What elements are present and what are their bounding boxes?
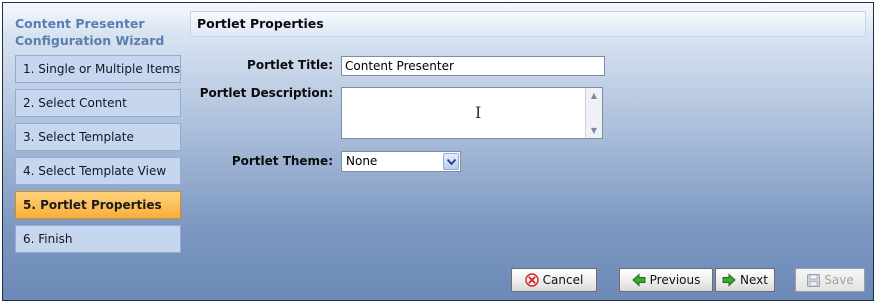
- description-scrollbar[interactable]: ▲ ▼: [585, 88, 602, 138]
- next-button[interactable]: Next: [715, 268, 775, 292]
- wizard-title-line2: Configuration Wizard: [15, 33, 165, 48]
- cancel-x-icon: [524, 273, 539, 287]
- portlet-title-label: Portlet Title:: [247, 58, 333, 72]
- wizard-title-line1: Content Presenter: [15, 16, 145, 31]
- step-finish[interactable]: 6. Finish: [15, 225, 181, 253]
- save-button-label: Save: [824, 273, 854, 287]
- portlet-description-label: Portlet Description:: [199, 86, 333, 100]
- wizard-title: Content Presenter Configuration Wizard: [15, 15, 185, 49]
- save-button[interactable]: Save: [795, 268, 865, 292]
- portlet-description-textarea[interactable]: I ▲ ▼: [341, 87, 603, 139]
- floppy-disk-icon: [806, 273, 820, 287]
- step-select-template-view[interactable]: 4. Select Template View: [15, 157, 181, 185]
- chevron-down-icon[interactable]: [443, 153, 459, 170]
- green-arrow-left-icon: [631, 273, 646, 287]
- cancel-button[interactable]: Cancel: [511, 268, 597, 292]
- portlet-theme-label: Portlet Theme:: [231, 154, 333, 168]
- text-cursor-icon: I: [475, 103, 482, 122]
- scroll-down-icon[interactable]: ▼: [586, 123, 602, 138]
- section-header: Portlet Properties: [190, 11, 866, 37]
- step-single-or-multiple-items[interactable]: 1. Single or Multiple Items: [15, 55, 181, 83]
- portlet-title-input[interactable]: Content Presenter: [341, 56, 605, 76]
- step-select-content[interactable]: 2. Select Content: [15, 89, 181, 117]
- wizard-dialog: Content Presenter Configuration Wizard 1…: [2, 2, 874, 301]
- scroll-up-icon[interactable]: ▲: [586, 88, 602, 103]
- previous-button-label: Previous: [649, 273, 701, 287]
- portlet-theme-value: None: [346, 154, 378, 168]
- portlet-theme-select[interactable]: None: [341, 151, 461, 172]
- previous-button[interactable]: Previous: [619, 268, 713, 292]
- wizard-steps: 1. Single or Multiple Items 2. Select Co…: [15, 55, 181, 259]
- step-portlet-properties[interactable]: 5. Portlet Properties: [15, 191, 181, 219]
- cancel-button-label: Cancel: [542, 273, 584, 287]
- next-button-label: Next: [740, 273, 768, 287]
- step-select-template[interactable]: 3. Select Template: [15, 123, 181, 151]
- green-arrow-right-icon: [722, 273, 736, 287]
